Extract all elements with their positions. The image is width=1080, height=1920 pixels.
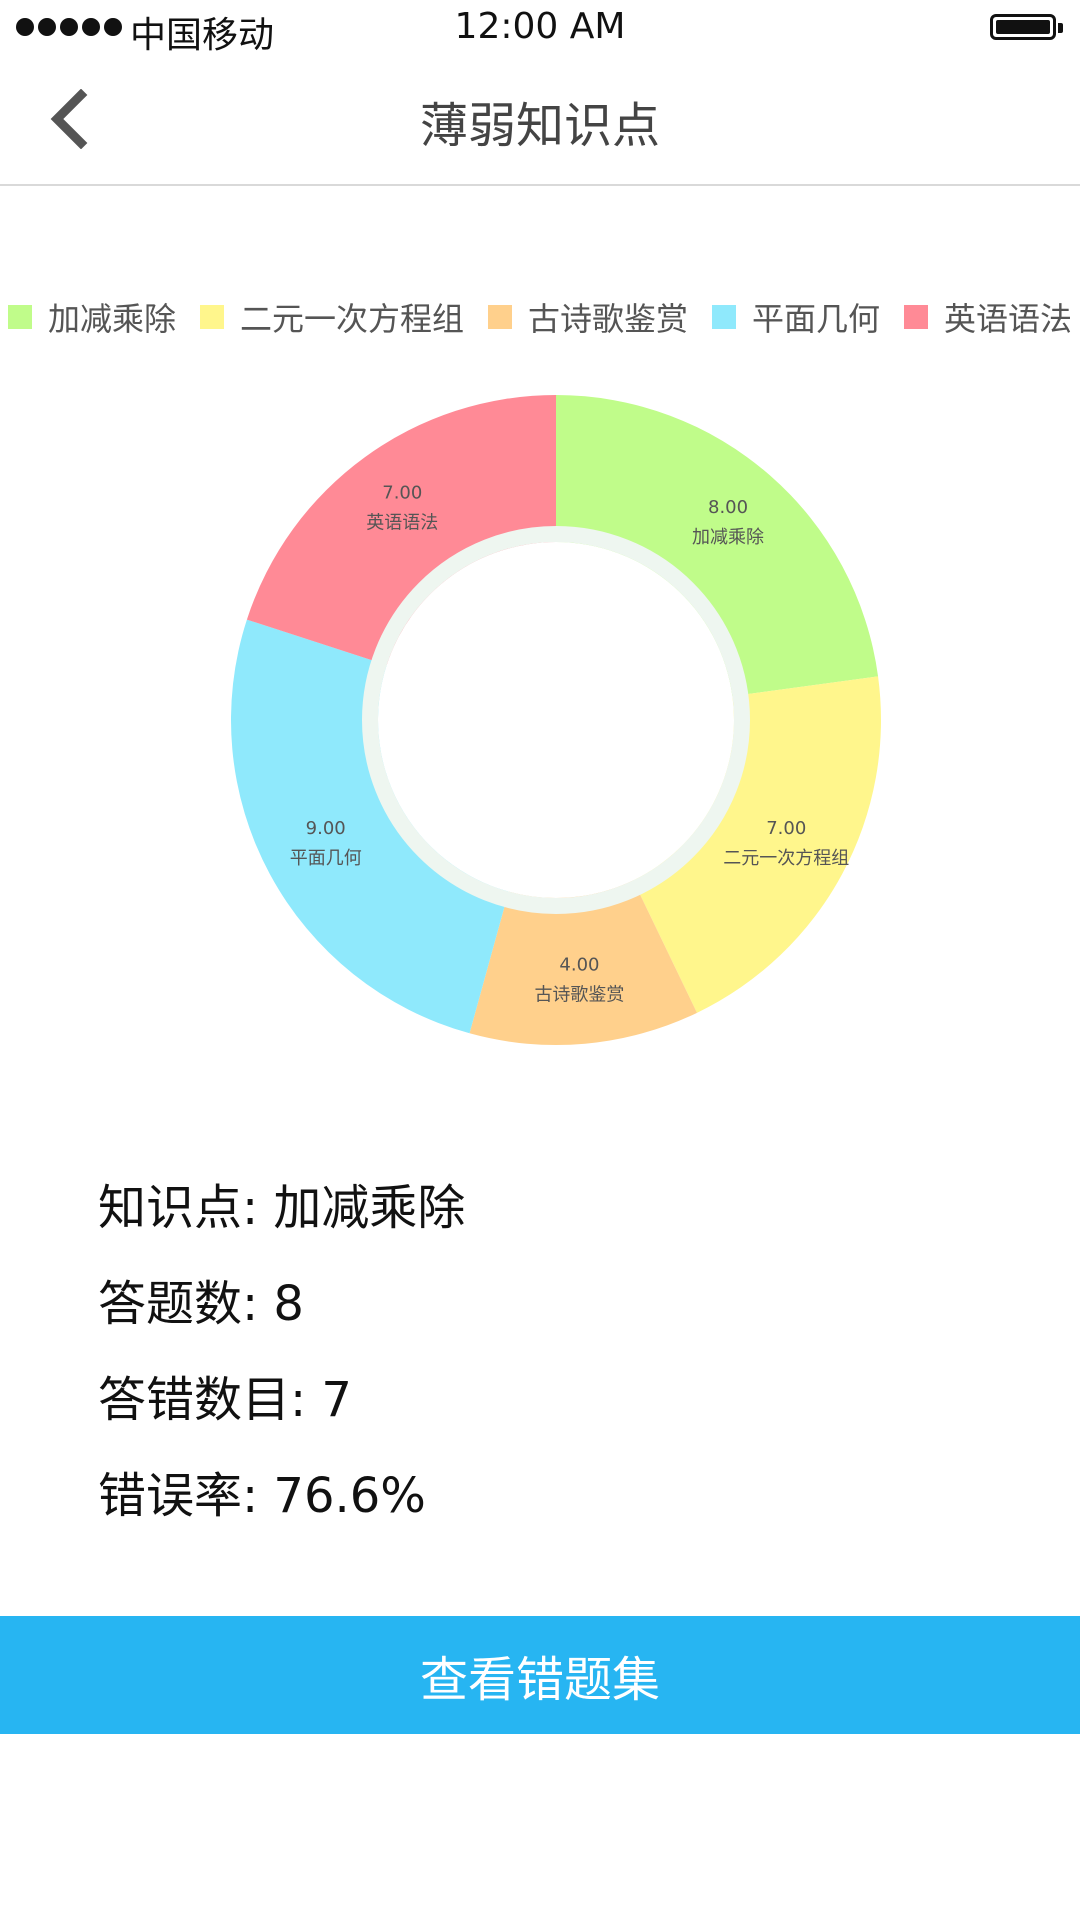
legend-swatch [199, 305, 224, 329]
legend-label: 加减乘除 [47, 300, 176, 338]
status-bar: 中国移动 12:00 AM [0, 0, 1080, 56]
slice-category-label: 二元一次方程组 [723, 848, 849, 869]
donut-inner-ring [362, 526, 750, 914]
slice-category-label: 加减乘除 [692, 527, 764, 548]
knowledge-info: 知识点: 加减乘除 答题数: 8 答错数目: 7 错误率: 76.6% [98, 1160, 465, 1544]
nav-bar: 薄弱知识点 [0, 56, 1080, 186]
legend-swatch [904, 305, 929, 329]
slice-value-label: 9.00 [306, 818, 346, 839]
chart-legend: 加减乘除 二元一次方程组 古诗歌鉴赏 平面几何 英语语法 [0, 292, 1080, 342]
legend-item[interactable]: 平面几何 [712, 294, 880, 340]
legend-item[interactable]: 二元一次方程组 [199, 294, 464, 340]
legend-swatch [712, 305, 737, 329]
slice-category-label: 平面几何 [290, 848, 362, 869]
answer-count-text: 答题数: 8 [98, 1276, 304, 1332]
view-mistakes-button[interactable]: 查看错题集 [0, 1616, 1080, 1734]
legend-swatch [488, 305, 512, 329]
legend-label: 平面几何 [752, 300, 881, 338]
slice-value-label: 4.00 [559, 954, 599, 975]
legend-label: 古诗歌鉴赏 [528, 300, 689, 338]
donut-chart-svg: 8.00 加减乘除 7.00 二元一次方程组 4.00 古诗歌鉴赏 9.00 平面几何 7.00… [230, 395, 881, 1045]
legend-item[interactable]: 古诗歌鉴赏 [488, 294, 688, 340]
slice-value-label: 7.00 [766, 818, 806, 839]
legend-item[interactable]: 英语语法 [904, 294, 1072, 340]
slice-category-label: 古诗歌鉴赏 [534, 984, 624, 1005]
legend-label: 英语语法 [944, 300, 1073, 338]
legend-label: 二元一次方程组 [239, 300, 464, 338]
wrong-count-text: 答错数目: 7 [98, 1372, 352, 1428]
legend-item[interactable]: 加减乘除 [7, 294, 176, 340]
page-title: 薄弱知识点 [419, 98, 660, 154]
error-rate-text: 错误率: 76.6% [98, 1468, 426, 1524]
slice-value-label: 7.00 [382, 482, 422, 503]
donut-chart: 8.00 加减乘除 7.00 二元一次方程组 4.00 古诗歌鉴赏 9.00 平面几何 7.00… [0, 370, 1080, 1090]
slice-value-label: 8.00 [708, 497, 748, 518]
status-time: 12:00 AM [454, 6, 626, 47]
battery-icon [990, 14, 1063, 40]
slice-category-label: 英语语法 [366, 512, 438, 533]
legend-swatch [7, 305, 32, 329]
knowledge-point-text: 知识点: 加减乘除 [98, 1180, 466, 1236]
